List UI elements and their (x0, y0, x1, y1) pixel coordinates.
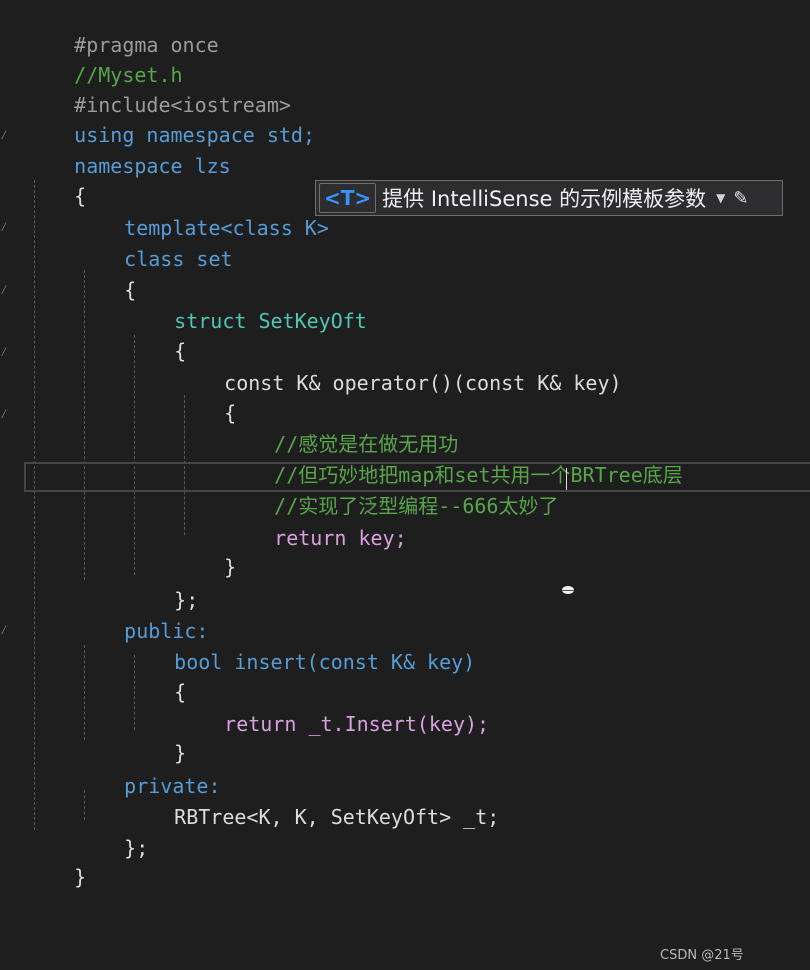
code-line[interactable]: }; (126, 555, 198, 612)
code-line-text: } (224, 555, 237, 579)
code-line[interactable]: RBTree<K, K, SetKeyOft> _t; (126, 772, 499, 829)
code-line[interactable]: bool insert(const K& key) (126, 617, 475, 674)
code-line-text: } (74, 865, 87, 889)
code-line[interactable]: { (76, 245, 136, 302)
code-line[interactable]: { (126, 306, 186, 363)
code-line[interactable]: //感觉是在做无用功 (226, 399, 458, 456)
code-line[interactable]: public: (76, 586, 208, 643)
code-line-text: return key; (274, 526, 407, 550)
code-line[interactable]: //Myset.h (26, 30, 182, 87)
code-line-text: const K& operator()(const K& key) (224, 371, 622, 395)
mouse-cursor-icon (562, 586, 574, 594)
code-line[interactable]: return key; (226, 493, 406, 550)
code-line[interactable]: #include<iostream> (26, 60, 291, 117)
code-line-text: class set (124, 247, 233, 271)
collapse-marker[interactable]: ⁄ (0, 221, 8, 235)
collapse-marker[interactable]: ⁄ (0, 129, 8, 143)
template-badge: <T> (319, 183, 377, 213)
code-line-text: bool insert(const K& key) (174, 650, 476, 674)
code-line[interactable]: { (26, 151, 86, 208)
code-line[interactable]: //实现了泛型编程--666太妙了 (226, 461, 558, 518)
code-line[interactable]: struct SetKeyOft (126, 276, 367, 333)
code-line[interactable]: namespace lzs (26, 121, 231, 178)
code-line-text: struct SetKeyOft (174, 309, 367, 333)
code-line[interactable]: using namespace std; (26, 90, 315, 147)
code-line[interactable]: }; (76, 803, 148, 860)
code-editor[interactable]: ⁄ ⁄ ⁄ ⁄ ⁄ ⁄ #pragma once //Myset.h #incl… (0, 0, 810, 970)
indent-guide (34, 180, 35, 830)
collapse-marker[interactable]: ⁄ (0, 408, 8, 422)
code-line[interactable]: } (26, 832, 86, 889)
code-line-text: }; (124, 836, 149, 860)
collapse-marker[interactable]: ⁄ (0, 624, 8, 638)
template-hint-text: 提供 IntelliSense 的示例模板参数 (382, 187, 707, 211)
code-line[interactable]: private: (76, 741, 220, 798)
code-line[interactable]: { (126, 647, 186, 704)
pencil-icon[interactable]: ✎ (733, 188, 748, 209)
code-line[interactable]: } (176, 522, 236, 579)
code-line[interactable]: #pragma once (26, 0, 219, 57)
code-line[interactable]: const K& operator()(const K& key) (176, 338, 621, 395)
code-line-text: namespace lzs (74, 154, 231, 178)
code-line-text: RBTree<K, K, SetKeyOft> _t; (174, 805, 500, 829)
collapse-marker[interactable]: ⁄ (0, 284, 8, 298)
code-line[interactable]: template<class K> (76, 183, 329, 240)
code-line[interactable]: return _t.Insert(key); (176, 679, 489, 736)
chevron-down-icon[interactable]: ▼ (716, 191, 725, 205)
template-argument-hint[interactable]: <T> 提供 IntelliSense 的示例模板参数 ▼ ✎ (315, 180, 783, 216)
watermark: CSDN @21号 (660, 948, 744, 963)
code-line[interactable]: } (126, 708, 186, 765)
code-line-text: return _t.Insert(key); (224, 712, 490, 736)
code-line[interactable]: class set (76, 214, 232, 271)
code-line[interactable]: //但巧妙地把map和set共用一个BRTree底层 (226, 430, 683, 487)
text-caret (566, 468, 567, 490)
collapse-marker[interactable]: ⁄ (0, 346, 8, 360)
code-line[interactable]: { (176, 368, 236, 425)
